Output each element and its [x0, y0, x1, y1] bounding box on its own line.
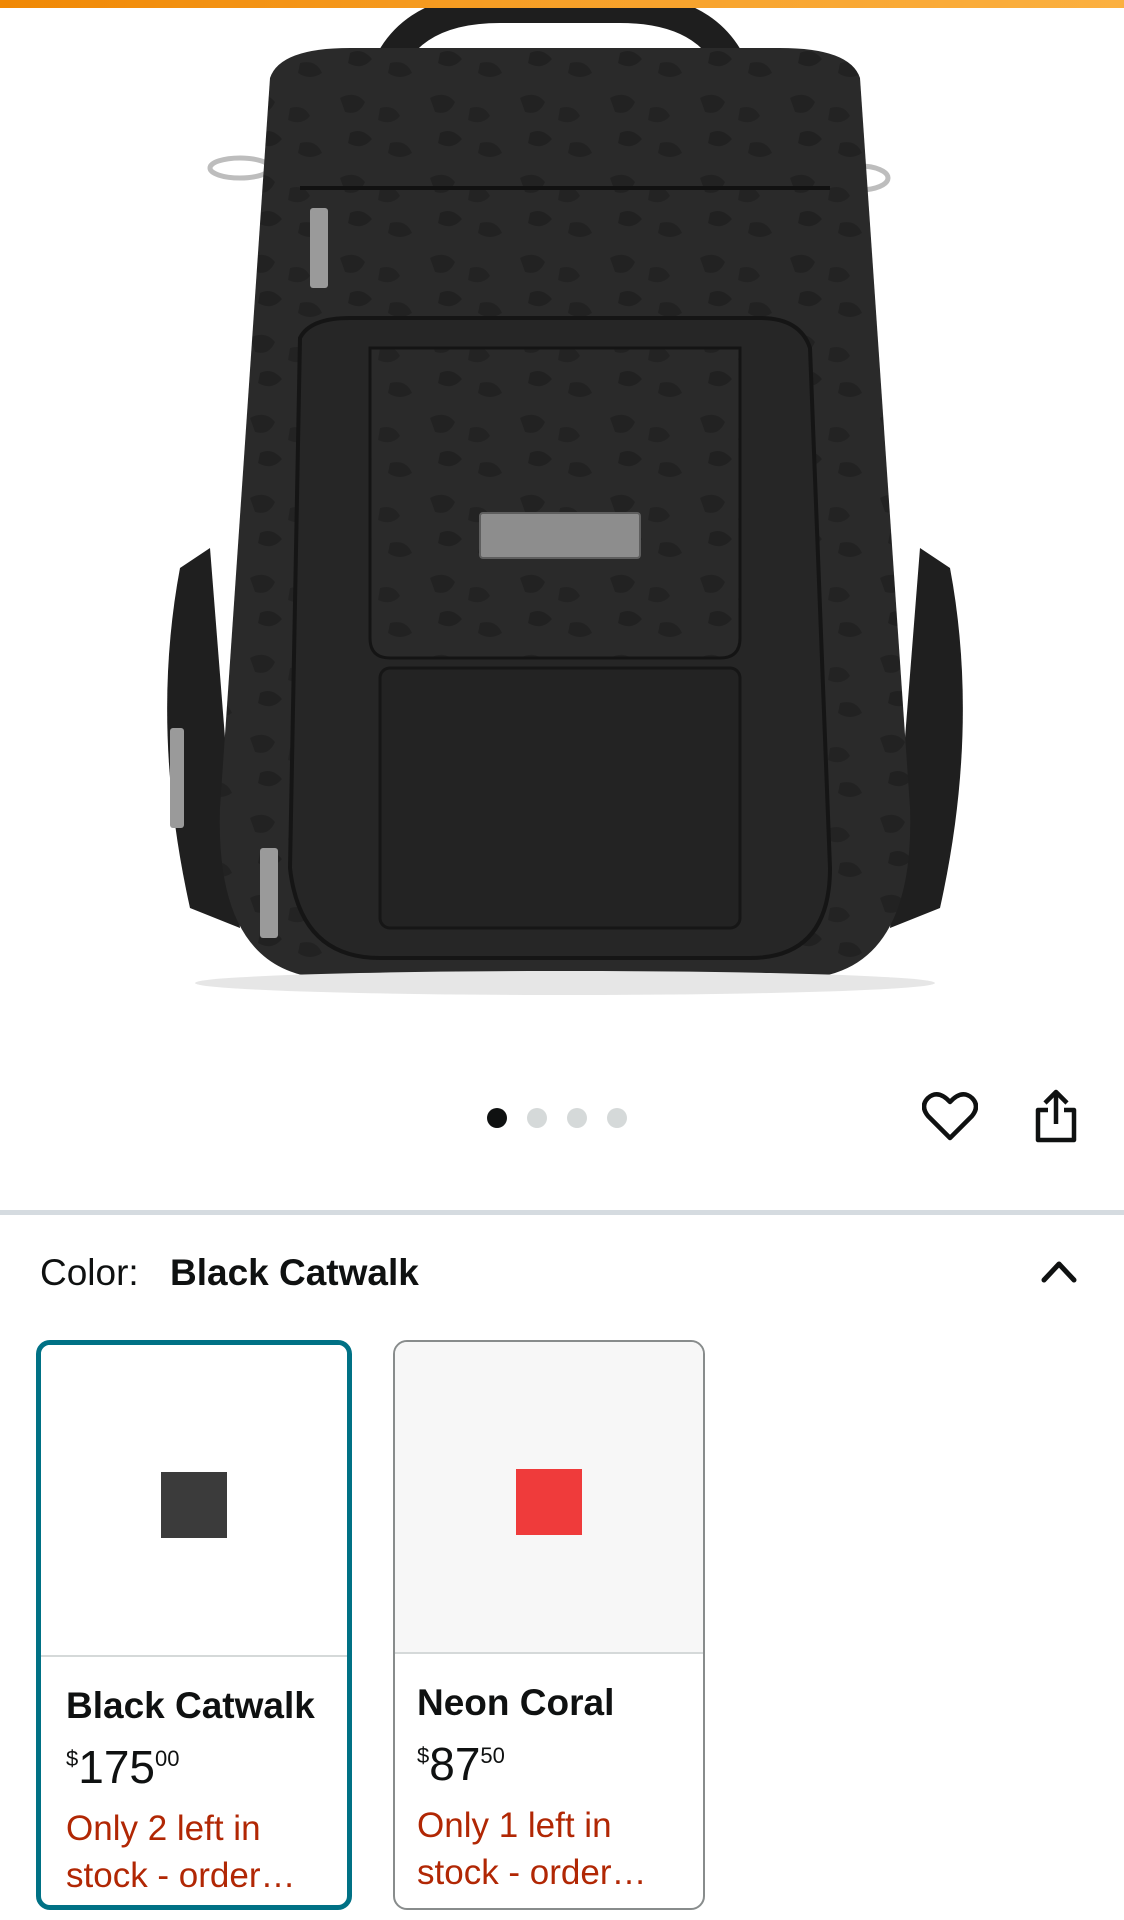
swatch-image-area — [41, 1345, 347, 1657]
pagination-dot[interactable] — [607, 1108, 627, 1128]
pagination-dot[interactable] — [527, 1108, 547, 1128]
swatch-name: Neon Coral — [417, 1682, 615, 1723]
price-whole: 175 — [78, 1741, 155, 1793]
brand-color-bar — [0, 0, 1124, 8]
chevron-up-icon[interactable] — [1034, 1250, 1084, 1294]
price-whole: 87 — [429, 1738, 481, 1790]
selected-color-value: Black Catwalk — [170, 1252, 419, 1293]
share-icon — [1035, 1089, 1077, 1143]
pagination-dot[interactable] — [487, 1108, 507, 1128]
stock-message: Only 1 left in stock - order… — [417, 1806, 647, 1892]
swatch-image-area — [395, 1342, 703, 1654]
color-swatch-neon-coral[interactable]: Neon Coral $8750 Only 1 left in stock - … — [393, 1340, 705, 1910]
swatch-name: Black Catwalk — [66, 1685, 315, 1726]
price-fraction: 50 — [480, 1743, 505, 1768]
favorite-button[interactable] — [918, 1084, 982, 1148]
product-image-gallery[interactable] — [0, 8, 1124, 1008]
color-variation-header[interactable]: Color: Black Catwalk — [40, 1248, 1084, 1298]
heart-icon — [922, 1092, 978, 1141]
color-chip — [161, 1472, 227, 1538]
section-divider — [0, 1210, 1124, 1215]
image-pagination — [487, 1108, 627, 1130]
product-image[interactable] — [150, 8, 980, 998]
swatch-price: $8750 — [417, 1737, 505, 1791]
swatch-price: $17500 — [66, 1740, 179, 1794]
color-label: Color: — [40, 1252, 139, 1293]
price-symbol: $ — [66, 1746, 79, 1771]
share-button[interactable] — [1024, 1084, 1088, 1148]
color-chip — [516, 1469, 582, 1535]
price-fraction: 00 — [155, 1746, 180, 1771]
price-symbol: $ — [417, 1743, 430, 1768]
color-swatch-black-catwalk[interactable]: Black Catwalk $17500 Only 2 left in stoc… — [36, 1340, 352, 1910]
stock-message: Only 2 left in stock - order… — [66, 1809, 296, 1895]
pagination-dot[interactable] — [567, 1108, 587, 1128]
